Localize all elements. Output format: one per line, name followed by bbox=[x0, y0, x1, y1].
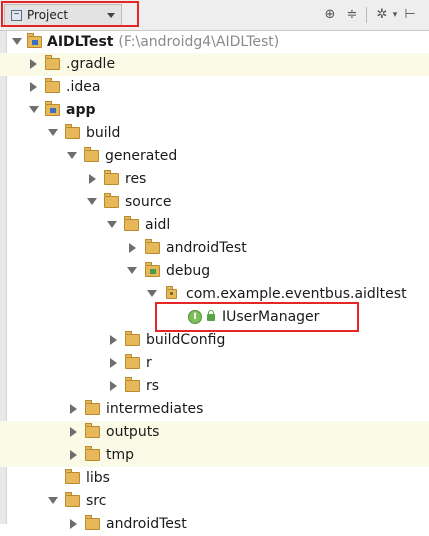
collapse-arrow-icon[interactable] bbox=[110, 381, 117, 391]
collapse-arrow-icon[interactable] bbox=[70, 427, 77, 437]
tree-item-label: debug bbox=[166, 263, 211, 279]
tree-item-label: tmp bbox=[106, 447, 135, 463]
tree-row-src-androidtest[interactable]: androidTest bbox=[0, 513, 429, 536]
tree-row-debug[interactable]: debug bbox=[0, 260, 429, 283]
folder-icon bbox=[124, 216, 139, 231]
collapse-arrow-icon[interactable] bbox=[30, 59, 37, 69]
tree-item-label: src bbox=[86, 493, 107, 509]
tree-row-app[interactable]: app bbox=[0, 99, 429, 122]
tree-item-label: r bbox=[146, 355, 152, 371]
folder-icon bbox=[85, 400, 100, 415]
tree-row-rs[interactable]: rs bbox=[0, 375, 429, 398]
tree-item-label: intermediates bbox=[106, 401, 204, 417]
scroll-from-source-icon[interactable]: ⊕ bbox=[322, 7, 338, 23]
folder-icon bbox=[85, 446, 100, 461]
folder-icon bbox=[45, 55, 60, 70]
expand-arrow-icon[interactable] bbox=[107, 221, 117, 228]
folder-icon bbox=[145, 239, 160, 254]
tree-item-label: res bbox=[125, 171, 147, 187]
tree-item-label: generated bbox=[105, 148, 178, 164]
expand-arrow-icon[interactable] bbox=[67, 152, 77, 159]
collapse-arrow-icon[interactable] bbox=[30, 82, 37, 92]
interface-icon: I bbox=[188, 310, 202, 324]
folder-icon bbox=[45, 78, 60, 93]
folder-icon bbox=[65, 124, 80, 139]
expand-arrow-icon[interactable] bbox=[87, 198, 97, 205]
collapse-arrow-icon[interactable] bbox=[129, 243, 136, 253]
folder-icon bbox=[104, 170, 119, 185]
tree-item-label: com.example.eventbus.aidltest bbox=[186, 286, 407, 302]
folder-icon bbox=[65, 469, 80, 484]
settings-caret-icon[interactable]: ▾ bbox=[387, 7, 403, 23]
tree-row-idea[interactable]: .idea bbox=[0, 76, 429, 99]
folder-icon bbox=[125, 354, 140, 369]
expand-arrow-icon[interactable] bbox=[29, 106, 39, 113]
folder-icon bbox=[125, 377, 140, 392]
collapse-arrow-icon[interactable] bbox=[110, 335, 117, 345]
tree-item-label: app bbox=[66, 102, 96, 118]
tree-row-outputs[interactable]: outputs bbox=[0, 421, 429, 444]
tree-item-label: AIDLTest bbox=[47, 34, 114, 50]
tree-row-build[interactable]: build bbox=[0, 122, 429, 145]
tree-row-source[interactable]: source bbox=[0, 191, 429, 214]
tree-row-r[interactable]: r bbox=[0, 352, 429, 375]
project-toolbar: Project ⊕ ≑ ✲ ▾ ⊢ bbox=[0, 0, 429, 31]
tree-row-tmp[interactable]: tmp bbox=[0, 444, 429, 467]
tree-row-aidl[interactable]: aidl bbox=[0, 214, 429, 237]
expand-arrow-icon[interactable] bbox=[127, 267, 137, 274]
tree-item-label: outputs bbox=[106, 424, 160, 440]
collapse-all-icon[interactable]: ≑ bbox=[344, 7, 360, 23]
package-icon bbox=[166, 286, 177, 299]
tree-item-label: .idea bbox=[66, 79, 101, 95]
tree-row-libs[interactable]: libs bbox=[0, 467, 429, 490]
source-folder-icon bbox=[145, 262, 160, 277]
tree-item-label: aidl bbox=[145, 217, 171, 233]
expand-arrow-icon[interactable] bbox=[48, 497, 58, 504]
collapse-arrow-icon[interactable] bbox=[110, 358, 117, 368]
tree-row-aidltest[interactable]: AIDLTest (F:\androidg4\AIDLTest) bbox=[0, 31, 429, 54]
expand-arrow-icon[interactable] bbox=[12, 38, 22, 45]
tree-row-gradle[interactable]: .gradle bbox=[0, 53, 429, 76]
tree-item-label: IUserManager bbox=[222, 309, 320, 325]
folder-icon bbox=[85, 423, 100, 438]
collapse-arrow-icon[interactable] bbox=[70, 450, 77, 460]
tree-item-label: .gradle bbox=[66, 56, 116, 72]
tree-item-label: rs bbox=[146, 378, 160, 394]
module-folder-icon bbox=[45, 101, 60, 116]
folder-icon bbox=[85, 515, 100, 530]
view-selector-label: Project bbox=[27, 8, 69, 22]
project-view-icon bbox=[11, 9, 22, 21]
chevron-down-icon bbox=[107, 13, 115, 18]
folder-icon bbox=[65, 492, 80, 507]
folder-icon bbox=[125, 331, 140, 346]
tree-item-label: buildConfig bbox=[146, 332, 226, 348]
tree-row-res[interactable]: res bbox=[0, 168, 429, 191]
folder-icon bbox=[104, 193, 119, 208]
tree-row-iusermanager[interactable]: I IUserManager bbox=[0, 306, 429, 329]
tree-row-buildconfig[interactable]: buildConfig bbox=[0, 329, 429, 352]
tree-item-label: libs bbox=[86, 470, 110, 486]
expand-arrow-icon[interactable] bbox=[147, 290, 157, 297]
folder-icon bbox=[84, 147, 99, 162]
tree-row-src[interactable]: src bbox=[0, 490, 429, 513]
expand-arrow-icon[interactable] bbox=[48, 129, 58, 136]
collapse-arrow-icon[interactable] bbox=[89, 174, 96, 184]
toolbar-divider bbox=[366, 7, 367, 23]
project-folder-icon bbox=[27, 33, 42, 48]
tree-row-androidtest[interactable]: androidTest bbox=[0, 237, 429, 260]
tree-item-label: build bbox=[86, 125, 121, 141]
hide-icon[interactable]: ⊢ bbox=[402, 7, 418, 23]
project-path: (F:\androidg4\AIDLTest) bbox=[118, 34, 280, 50]
view-selector-dropdown[interactable]: Project bbox=[4, 4, 122, 26]
collapse-arrow-icon[interactable] bbox=[70, 404, 77, 414]
tree-item-label: androidTest bbox=[166, 240, 247, 256]
tree-item-label: androidTest bbox=[106, 516, 187, 532]
tree-row-package[interactable]: com.example.eventbus.aidltest bbox=[0, 283, 429, 306]
tree-item-label: source bbox=[125, 194, 172, 210]
collapse-arrow-icon[interactable] bbox=[70, 519, 77, 529]
tree-row-intermediates[interactable]: intermediates bbox=[0, 398, 429, 421]
lock-icon bbox=[207, 310, 215, 321]
tree-row-generated[interactable]: generated bbox=[0, 145, 429, 168]
